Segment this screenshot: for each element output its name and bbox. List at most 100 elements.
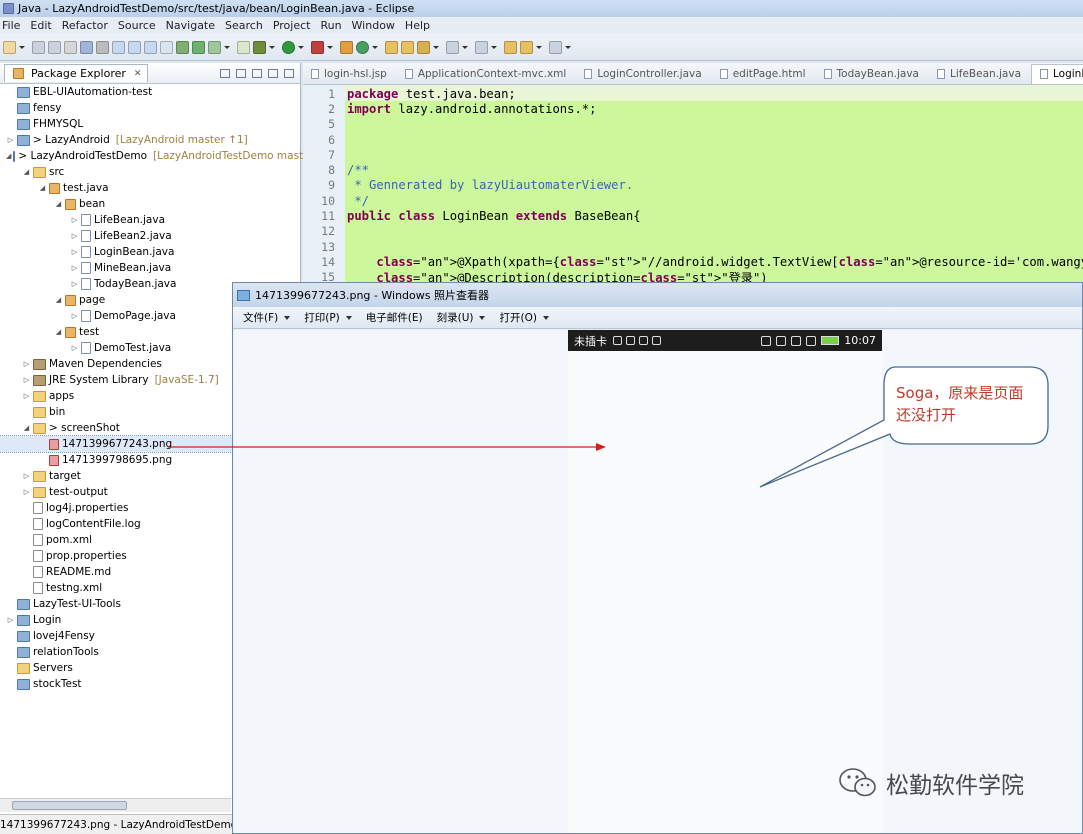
search-dropdown-icon[interactable] — [433, 45, 439, 49]
menu-help[interactable]: Help — [405, 19, 430, 32]
menu-email-cn[interactable]: 电子邮件(E) — [366, 310, 423, 325]
expand-toggle-icon[interactable]: ◢ — [22, 168, 31, 176]
step-over-icon[interactable] — [128, 40, 141, 54]
tree-item[interactable]: EBL-UIAutomation-test — [0, 84, 300, 100]
close-icon[interactable]: ✕ — [134, 69, 142, 79]
back-icon[interactable] — [520, 40, 533, 54]
step-return-icon[interactable] — [144, 40, 157, 54]
android-icon[interactable] — [192, 40, 205, 54]
expand-toggle-icon[interactable]: ▷ — [70, 248, 79, 256]
menu-window[interactable]: Window — [352, 19, 395, 32]
new-icon[interactable] — [3, 40, 16, 54]
tree-item[interactable]: ▷ LifeBean.java — [0, 212, 300, 228]
tree-item[interactable]: ▷ LoginBean.java — [0, 244, 300, 260]
drop-frame-icon[interactable] — [160, 40, 173, 54]
step-icon[interactable] — [112, 40, 125, 54]
last-edit-icon[interactable] — [504, 40, 517, 54]
menu-navigate[interactable]: Navigate — [166, 19, 215, 32]
expand-toggle-icon[interactable]: ▷ — [6, 136, 15, 144]
expand-toggle-icon[interactable]: ▷ — [22, 472, 31, 480]
forward-dropdown-icon[interactable] — [565, 45, 571, 49]
expand-toggle-icon[interactable]: ▷ — [70, 264, 79, 272]
external-tools-icon[interactable] — [311, 40, 324, 54]
run-dropdown-icon[interactable] — [298, 45, 304, 49]
expand-toggle-icon[interactable]: ◢ — [22, 424, 31, 432]
menu-source[interactable]: Source — [118, 19, 156, 32]
tree-item[interactable]: ▷ LifeBean2.java — [0, 228, 300, 244]
package-explorer-tab[interactable]: Package Explorer ✕ — [4, 64, 149, 82]
expand-toggle-icon[interactable]: ▷ — [70, 312, 79, 320]
new-class-icon[interactable] — [356, 40, 369, 54]
link-with-editor-icon[interactable] — [236, 68, 246, 78]
debug-dropdown-icon[interactable] — [269, 45, 275, 49]
open-type-icon[interactable] — [385, 40, 398, 54]
menu-refactor[interactable]: Refactor — [62, 19, 108, 32]
annotation-icon[interactable] — [446, 40, 459, 54]
menu-run[interactable]: Run — [320, 19, 341, 32]
expand-toggle-icon[interactable]: ▷ — [70, 232, 79, 240]
tree-item[interactable]: ▷ MineBean.java — [0, 260, 300, 276]
expand-toggle-icon[interactable]: ◢ — [54, 296, 63, 304]
new-package-icon[interactable] — [340, 40, 353, 54]
tree-item[interactable]: ◢ bean — [0, 196, 300, 212]
expand-toggle-icon[interactable]: ▷ — [70, 280, 79, 288]
tree-item[interactable]: fensy — [0, 100, 300, 116]
check-icon[interactable] — [208, 40, 221, 54]
save-icon[interactable] — [32, 40, 45, 54]
editor-tab[interactable]: LoginBean.java — [1031, 64, 1083, 84]
menu-open-cn[interactable]: 打开(O) — [499, 310, 549, 325]
tree-item[interactable]: ◢ src — [0, 164, 300, 180]
search-icon[interactable] — [417, 40, 430, 54]
save-all-icon[interactable] — [48, 40, 61, 54]
editor-tab[interactable]: LoginController.java — [576, 65, 711, 84]
expand-toggle-icon[interactable]: ▷ — [22, 488, 31, 496]
prev-annotation-dropdown-icon[interactable] — [491, 45, 497, 49]
run-icon[interactable] — [282, 40, 295, 54]
new-class-dropdown-icon[interactable] — [372, 45, 378, 49]
minimize-icon[interactable] — [268, 68, 278, 78]
external-tools-dropdown-icon[interactable] — [327, 45, 333, 49]
server-icon[interactable] — [237, 40, 250, 54]
menu-print-cn[interactable]: 打印(P) — [304, 310, 352, 325]
menu-search[interactable]: Search — [225, 19, 263, 32]
editor-tab[interactable]: TodayBean.java — [816, 65, 929, 84]
menu-edit[interactable]: Edit — [30, 19, 51, 32]
editor-tab[interactable]: login-hsl.jsp — [303, 65, 397, 84]
maximize-icon[interactable] — [284, 68, 294, 78]
collapse-all-icon[interactable] — [220, 68, 230, 78]
new-dropdown-icon[interactable] — [19, 45, 25, 49]
menu-burn-cn[interactable]: 刻录(U) — [437, 310, 486, 325]
forward-icon[interactable] — [549, 40, 562, 54]
back-dropdown-icon[interactable] — [536, 45, 542, 49]
code-editor[interactable]: 1 package test.java.bean; 2 import lazy.and… — [303, 85, 1083, 285]
expand-toggle-icon[interactable]: ▷ — [22, 392, 31, 400]
prev-annotation-icon[interactable] — [475, 40, 488, 54]
editor-tab[interactable]: editPage.html — [712, 65, 816, 84]
debug-skip-icon[interactable] — [80, 40, 93, 54]
expand-toggle-icon[interactable]: ◢ — [6, 152, 11, 160]
open-task-icon[interactable] — [401, 40, 414, 54]
debug-icon[interactable] — [253, 40, 266, 54]
expand-toggle-icon[interactable]: ◢ — [38, 184, 47, 192]
check-dropdown-icon[interactable] — [224, 45, 230, 49]
expand-toggle-icon[interactable]: ◢ — [54, 328, 63, 336]
editor-tab[interactable]: LifeBean.java — [929, 65, 1031, 84]
horizontal-scrollbar[interactable] — [0, 798, 231, 812]
view-menu-icon[interactable] — [252, 68, 262, 78]
expand-toggle-icon[interactable]: ▷ — [70, 216, 79, 224]
expand-toggle-icon[interactable]: ▷ — [22, 360, 31, 368]
ant-icon[interactable] — [176, 40, 189, 54]
annotation-dropdown-icon[interactable] — [462, 45, 468, 49]
expand-toggle-icon[interactable]: ▷ — [70, 344, 79, 352]
scrollbar-thumb[interactable] — [12, 801, 127, 810]
menu-file-cn[interactable]: 文件(F) — [243, 310, 291, 325]
print-icon[interactable] — [64, 40, 77, 54]
tree-item[interactable]: FHMYSQL — [0, 116, 300, 132]
editor-tab[interactable]: ApplicationContext-mvc.xml — [397, 65, 577, 84]
expand-toggle-icon[interactable]: ▷ — [22, 376, 31, 384]
expand-toggle-icon[interactable]: ◢ — [54, 200, 63, 208]
tree-item[interactable]: ◢ > LazyAndroidTestDemo [LazyAndroidTestDe… — [0, 148, 318, 164]
tree-item[interactable]: ▷ > LazyAndroid [LazyAndroid master ↑1] — [0, 132, 300, 148]
menu-file[interactable]: File — [2, 19, 20, 32]
expand-toggle-icon[interactable]: ▷ — [6, 616, 15, 624]
